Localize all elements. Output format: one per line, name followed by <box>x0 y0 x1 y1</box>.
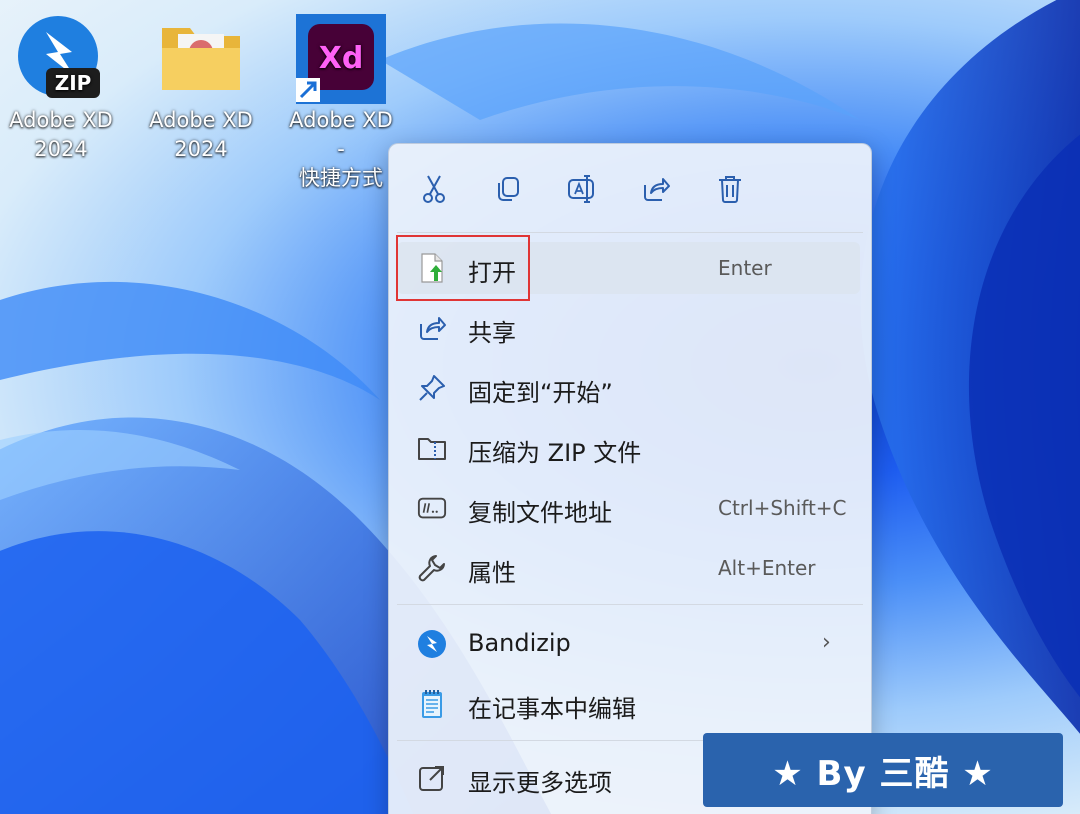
menu-item-pin-to-start[interactable]: 固定到“开始” <box>397 362 860 414</box>
more-options-icon <box>417 763 447 793</box>
chevron-right-icon: › <box>822 630 831 655</box>
cut-button[interactable] <box>413 168 455 210</box>
icon-label-line1: Adobe XD <box>9 108 113 132</box>
copy-path-icon <box>417 493 447 523</box>
watermark-badge: ★ By 三酷 ★ <box>703 733 1063 807</box>
menu-item-label: 固定到“开始” <box>468 379 613 407</box>
menu-item-compress-zip[interactable]: 压缩为 ZIP 文件 <box>397 422 860 474</box>
wrench-icon <box>417 553 447 583</box>
desktop-icon-folder[interactable]: Adobe XD 2024 <box>146 14 256 164</box>
rename-button[interactable] <box>561 168 603 210</box>
highlight-box <box>396 235 530 301</box>
folder-icon <box>156 14 246 104</box>
menu-item-label: Bandizip <box>468 629 571 657</box>
icon-label-line1: Adobe XD - <box>289 108 393 161</box>
menu-separator <box>397 232 863 233</box>
svg-text:Xd: Xd <box>319 41 364 76</box>
zip-folder-icon <box>417 433 447 463</box>
menu-item-edit-in-notepad[interactable]: 在记事本中编辑 <box>397 678 860 730</box>
adobe-xd-app-icon: Xd <box>296 14 386 104</box>
menu-item-label: 显示更多选项 <box>468 769 612 797</box>
menu-item-shortcut: Enter <box>718 256 772 280</box>
menu-item-shortcut: Ctrl+Shift+C <box>718 496 847 520</box>
share-button[interactable] <box>635 168 677 210</box>
menu-separator <box>397 604 863 605</box>
menu-item-properties[interactable]: 属性 Alt+Enter <box>397 542 860 594</box>
icon-label-line2: 2024 <box>34 137 88 161</box>
menu-item-label: 属性 <box>468 559 516 587</box>
copy-icon <box>498 177 519 201</box>
menu-item-label: 压缩为 ZIP 文件 <box>468 439 642 467</box>
menu-item-label: 复制文件地址 <box>468 499 612 527</box>
bandizip-icon <box>417 629 447 659</box>
menu-item-share[interactable]: 共享 <box>397 302 860 354</box>
zip-archive-icon: ZIP <box>16 14 106 104</box>
delete-icon <box>719 176 741 203</box>
menu-item-bandizip[interactable]: Bandizip › <box>397 618 860 670</box>
menu-item-label: 在记事本中编辑 <box>468 695 636 723</box>
icon-label-line1: Adobe XD <box>149 108 253 132</box>
icon-label-line2: 2024 <box>174 137 228 161</box>
menu-item-copy-path[interactable]: 复制文件地址 Ctrl+Shift+C <box>397 482 860 534</box>
share-icon <box>644 178 670 201</box>
context-menu-toolbar <box>389 144 871 232</box>
notepad-icon <box>417 689 447 719</box>
desktop-icon-zip[interactable]: ZIP Adobe XD 2024 <box>6 14 116 164</box>
delete-button[interactable] <box>709 168 751 210</box>
copy-button[interactable] <box>487 168 529 210</box>
rename-icon <box>568 175 594 203</box>
svg-text:ZIP: ZIP <box>55 71 92 95</box>
pin-icon <box>417 373 447 403</box>
icon-label-line2: 快捷方式 <box>299 166 383 190</box>
menu-item-shortcut: Alt+Enter <box>718 556 816 580</box>
share-icon <box>417 313 447 343</box>
cut-icon <box>423 175 445 203</box>
menu-item-label: 共享 <box>468 319 516 347</box>
desktop: ZIP Adobe XD 2024 Adobe XD 2024 Xd Adobe… <box>0 0 1080 814</box>
desktop-icon-adobe-xd-shortcut[interactable]: Xd Adobe XD - 快捷方式 <box>286 14 396 193</box>
